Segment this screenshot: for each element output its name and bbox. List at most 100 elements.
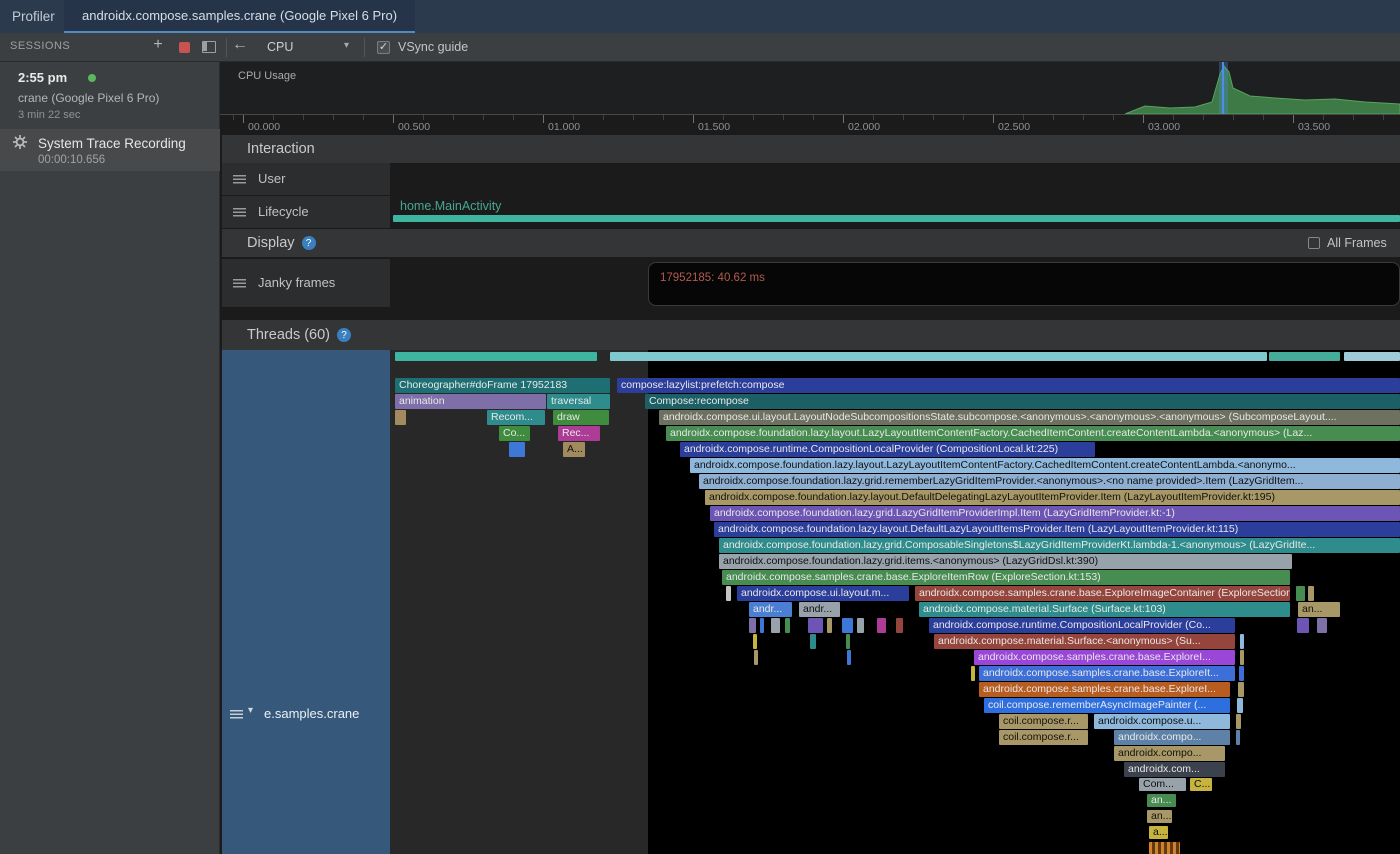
flame-bar[interactable]: androidx.compose.ui.layout.m... xyxy=(737,586,909,601)
janky-frame-bar[interactable] xyxy=(648,262,1400,306)
drag-handle-icon[interactable] xyxy=(233,175,246,184)
flame-bar[interactable]: traversal xyxy=(547,394,610,409)
flame-bar[interactable]: animation xyxy=(395,394,546,409)
flame-bar[interactable] xyxy=(896,618,903,633)
flame-bar[interactable]: androidx.compose.runtime.CompositionLoca… xyxy=(929,618,1235,633)
drag-handle-icon[interactable] xyxy=(233,279,246,288)
flame-bar[interactable] xyxy=(842,618,853,633)
flame-bar[interactable]: androidx.compose.foundation.lazy.layout.… xyxy=(705,490,1400,505)
collapse-sessions-icon[interactable] xyxy=(202,41,216,53)
flame-bar[interactable]: androidx.compose.foundation.lazy.layout.… xyxy=(690,458,1400,473)
flame-bar[interactable]: androidx.compose.u... xyxy=(1094,714,1230,729)
flame-bar[interactable]: coil.compose.r... xyxy=(999,714,1088,729)
flame-bar[interactable]: androidx.compose.foundation.lazy.grid.La… xyxy=(710,506,1400,521)
flame-bar[interactable] xyxy=(846,634,850,649)
flame-bar[interactable]: androidx.compose.foundation.lazy.layout.… xyxy=(714,522,1400,537)
flame-bar[interactable] xyxy=(1317,618,1327,633)
flame-bar[interactable] xyxy=(785,618,790,633)
flame-bar[interactable]: andr... xyxy=(799,602,840,617)
flame-bar[interactable]: andr... xyxy=(749,602,792,617)
flame-bar[interactable]: androidx.compo... xyxy=(1114,746,1225,761)
help-icon[interactable]: ? xyxy=(337,328,351,342)
flame-bar[interactable]: A... xyxy=(563,442,585,457)
flame-bar[interactable]: coil.compose.rememberAsyncImagePainter (… xyxy=(984,698,1230,713)
flame-bar[interactable]: Rec... xyxy=(558,426,600,441)
flame-bar[interactable]: androidx.compose.material.Surface.<anony… xyxy=(934,634,1235,649)
flame-bar[interactable] xyxy=(827,618,832,633)
flame-bar[interactable]: coil.compose.r... xyxy=(999,730,1088,745)
thread-state-bar[interactable] xyxy=(610,352,1267,361)
flame-bar[interactable] xyxy=(1296,586,1305,601)
flame-bar[interactable]: an... xyxy=(1147,810,1172,823)
flame-bar[interactable] xyxy=(1238,682,1244,697)
flame-bar[interactable]: androidx.compo... xyxy=(1114,730,1230,745)
all-frames-checkbox[interactable] xyxy=(1308,237,1320,249)
session-tab[interactable]: androidx.compose.samples.crane (Google P… xyxy=(64,0,415,33)
drag-handle-icon[interactable] xyxy=(230,710,243,719)
flame-bar[interactable]: androidx.compose.foundation.lazy.layout.… xyxy=(666,426,1400,441)
flame-bar[interactable]: androidx.compose.foundation.lazy.grid.re… xyxy=(699,474,1400,489)
thread-state-bar[interactable] xyxy=(1269,352,1340,361)
selection-line[interactable] xyxy=(1222,62,1224,114)
back-button[interactable]: ← xyxy=(232,36,248,54)
flame-bar[interactable] xyxy=(509,442,525,457)
flame-bar[interactable] xyxy=(771,618,780,633)
stop-recording-button[interactable] xyxy=(179,42,190,53)
user-track-label[interactable]: User xyxy=(222,163,390,195)
help-icon[interactable]: ? xyxy=(302,236,316,250)
flame-bar[interactable] xyxy=(847,650,851,665)
lifecycle-activity-bar[interactable] xyxy=(393,215,1400,222)
flame-bar[interactable]: an... xyxy=(1298,602,1340,617)
flame-bar[interactable] xyxy=(1237,698,1243,713)
drag-handle-icon[interactable] xyxy=(233,208,246,217)
flame-bar[interactable] xyxy=(1240,634,1244,649)
flame-bar[interactable]: androidx.compose.samples.crane.base.Expl… xyxy=(722,570,1290,585)
flame-bar[interactable] xyxy=(395,410,406,425)
time-ruler[interactable]: 00.00000.50001.00001.50002.00002.50003.0… xyxy=(220,114,1400,135)
flame-bar[interactable]: C... xyxy=(1190,778,1212,791)
flame-bar[interactable]: androidx.compose.samples.crane.base.Expl… xyxy=(979,682,1230,697)
flame-bar[interactable] xyxy=(1236,730,1240,745)
flame-bar[interactable]: an... xyxy=(1147,794,1176,807)
add-session-button[interactable]: + xyxy=(149,36,167,54)
flame-bar[interactable] xyxy=(1308,586,1314,601)
thread-state-bar[interactable] xyxy=(1344,352,1400,361)
flame-bar[interactable] xyxy=(971,666,975,681)
flame-bar[interactable] xyxy=(1297,618,1309,633)
vsync-guide-checkbox[interactable]: ✓ xyxy=(377,41,390,54)
flame-bar[interactable]: androidx.compose.samples.crane.base.Expl… xyxy=(979,666,1235,681)
thread-state-bar[interactable] xyxy=(395,352,597,361)
flame-bar[interactable]: androidx.compose.samples.crane.base.Expl… xyxy=(915,586,1290,601)
flame-bar[interactable] xyxy=(1239,666,1244,681)
flame-bar[interactable]: androidx.compose.foundation.lazy.grid.it… xyxy=(719,554,1292,569)
flame-bar[interactable]: Recom... xyxy=(487,410,545,425)
flame-bar[interactable] xyxy=(753,634,757,649)
flame-bar[interactable]: androidx.compose.foundation.lazy.grid.Co… xyxy=(719,538,1400,553)
flame-bar[interactable]: androidx.com... xyxy=(1124,762,1225,777)
flame-bar[interactable]: draw xyxy=(553,410,609,425)
flame-bar[interactable]: androidx.compose.ui.layout.LayoutNodeSub… xyxy=(659,410,1400,425)
flame-bar[interactable]: a... xyxy=(1149,826,1168,839)
flame-bar[interactable] xyxy=(749,618,756,633)
session-time[interactable]: 2:55 pm xyxy=(18,70,67,85)
flame-bar[interactable]: Co... xyxy=(499,426,530,441)
flame-bar[interactable]: Compose:recompose xyxy=(645,394,1400,409)
flame-bar[interactable]: androidx.compose.material.Surface (Surfa… xyxy=(919,602,1290,617)
expand-caret-icon[interactable]: ▾ xyxy=(248,705,253,716)
thread-label-column[interactable]: ▾ e.samples.crane xyxy=(222,350,390,854)
flame-bar[interactable]: Com... xyxy=(1139,778,1186,791)
flame-bar[interactable] xyxy=(760,618,764,633)
flame-bar[interactable]: compose:lazylist:prefetch:compose xyxy=(617,378,1400,393)
flame-bar[interactable] xyxy=(726,586,731,601)
flame-bar[interactable] xyxy=(1236,714,1241,729)
flame-bar[interactable] xyxy=(754,650,758,665)
flame-bar[interactable] xyxy=(810,634,816,649)
flame-bar[interactable] xyxy=(877,618,886,633)
janky-frames-track-label[interactable]: Janky frames xyxy=(222,259,390,307)
flame-bar[interactable]: Choreographer#doFrame 17952183 xyxy=(395,378,610,393)
flame-bar[interactable] xyxy=(1149,842,1180,854)
flame-bar[interactable]: androidx.compose.runtime.CompositionLoca… xyxy=(680,442,1095,457)
flame-bar[interactable] xyxy=(1240,650,1244,665)
lifecycle-track-label[interactable]: Lifecycle xyxy=(222,196,390,228)
flame-bar[interactable]: androidx.compose.samples.crane.base.Expl… xyxy=(974,650,1235,665)
